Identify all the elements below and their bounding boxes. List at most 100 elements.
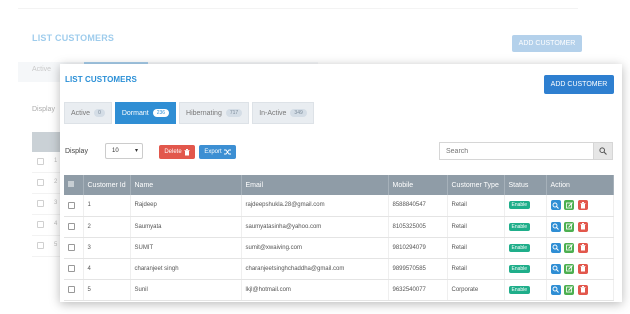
action-cell bbox=[546, 279, 614, 301]
trash-icon bbox=[580, 286, 586, 293]
view-button[interactable] bbox=[550, 200, 561, 211]
add-customer-button[interactable]: ADD CUSTOMER bbox=[544, 75, 614, 94]
row-select-cell bbox=[64, 279, 84, 301]
status-tabs: Active 0 Dormant 236 Hibernating 717 In-Act… bbox=[64, 102, 317, 124]
list-customers-card: LIST CUSTOMERS ADD CUSTOMER Active 0 Dorm… bbox=[60, 64, 622, 302]
remove-button[interactable] bbox=[577, 221, 588, 232]
tab-hibernating[interactable]: Hibernating 717 bbox=[179, 102, 250, 124]
tab-label: Active bbox=[71, 109, 91, 117]
row-checkbox[interactable] bbox=[68, 264, 75, 272]
trash-icon bbox=[184, 148, 190, 155]
remove-button[interactable] bbox=[577, 284, 588, 295]
tab-active[interactable]: Active 0 bbox=[64, 102, 112, 124]
table-row: 3 SUMIT sumit@xwaiving.com 9810294079 Re… bbox=[64, 237, 614, 259]
mobile-cell: 8105325005 bbox=[388, 216, 448, 238]
status-badge: Enable bbox=[508, 222, 531, 231]
list-icon bbox=[68, 181, 74, 187]
tab-label: Hibernating bbox=[186, 109, 222, 117]
action-cell bbox=[546, 195, 614, 217]
email-cell: sumit@xwaiving.com bbox=[241, 237, 389, 259]
checkbox bbox=[37, 242, 44, 249]
tab-label: In-Active bbox=[259, 109, 287, 117]
customer-type-cell: Retail bbox=[447, 195, 505, 217]
column-header-customer-type[interactable]: Customer Type bbox=[447, 175, 505, 195]
export-button[interactable]: Export bbox=[199, 145, 236, 159]
status-cell: Enable bbox=[504, 279, 547, 301]
status-badge: Enable bbox=[508, 243, 531, 252]
edit-button[interactable] bbox=[564, 242, 575, 253]
trash-icon bbox=[580, 265, 586, 272]
action-cell bbox=[546, 216, 614, 238]
row-select-cell bbox=[64, 216, 84, 238]
status-badge: Enable bbox=[508, 264, 531, 273]
status-cell: Enable bbox=[504, 237, 547, 259]
customer-type-cell: Corporate bbox=[447, 279, 505, 301]
search-input[interactable] bbox=[439, 142, 594, 160]
zoom-icon bbox=[552, 286, 559, 293]
row-number: 2 bbox=[54, 179, 58, 185]
status-cell: Enable bbox=[504, 216, 547, 238]
background-tab-active: Active bbox=[32, 66, 52, 73]
row-checkbox[interactable] bbox=[68, 243, 75, 251]
email-cell: lkjl@hotmail.com bbox=[241, 279, 389, 301]
customer-id-cell: 1 bbox=[83, 195, 131, 217]
remove-button[interactable] bbox=[577, 242, 588, 253]
column-header-name[interactable]: Name bbox=[130, 175, 242, 195]
search-button[interactable] bbox=[593, 142, 613, 160]
column-header-status[interactable]: Status bbox=[504, 175, 547, 195]
count-badge: 0 bbox=[94, 109, 105, 117]
status-cell: Enable bbox=[504, 195, 547, 217]
row-number: 3 bbox=[54, 200, 58, 206]
trash-icon bbox=[580, 244, 586, 251]
mobile-cell: 9899570585 bbox=[388, 258, 448, 280]
table-header-row: Customer Id Name Email Mobile Customer T… bbox=[64, 175, 614, 195]
edit-icon bbox=[565, 223, 573, 230]
email-cell: saumyatasinha@yahoo.com bbox=[241, 216, 389, 238]
select-all-header[interactable] bbox=[64, 175, 84, 195]
view-button[interactable] bbox=[550, 284, 561, 295]
mobile-cell: 8588840547 bbox=[388, 195, 448, 217]
tab-dormant[interactable]: Dormant 236 bbox=[114, 102, 177, 124]
row-checkbox[interactable] bbox=[68, 285, 75, 293]
delete-label: Delete bbox=[164, 149, 182, 155]
row-checkbox[interactable] bbox=[68, 222, 75, 230]
row-number: 5 bbox=[54, 242, 58, 248]
customer-type-cell: Retail bbox=[447, 216, 505, 238]
customer-type-cell: Retail bbox=[447, 258, 505, 280]
email-cell: rajdeepshukla.28@gmail.com bbox=[241, 195, 389, 217]
display-label: Display bbox=[65, 148, 88, 155]
table-row: 5 Sunil lkjl@hotmail.com 9632540077 Corp… bbox=[64, 279, 614, 301]
status-badge: Enable bbox=[508, 285, 531, 294]
view-button[interactable] bbox=[550, 221, 561, 232]
column-header-customer-id[interactable]: Customer Id bbox=[83, 175, 131, 195]
mobile-cell: 9810294079 bbox=[388, 237, 448, 259]
display-count-select[interactable]: 10 ▾ bbox=[105, 143, 143, 159]
row-select-cell bbox=[64, 258, 84, 280]
delete-button[interactable]: Delete bbox=[159, 145, 195, 159]
export-label: Export bbox=[204, 149, 222, 155]
edit-icon bbox=[565, 244, 573, 251]
tab-in-active[interactable]: In-Active 349 bbox=[252, 102, 314, 124]
display-count-value: 10 bbox=[112, 148, 119, 154]
zoom-icon bbox=[552, 244, 559, 251]
view-button[interactable] bbox=[550, 263, 561, 274]
zoom-icon bbox=[552, 223, 559, 230]
edit-button[interactable] bbox=[564, 200, 575, 211]
remove-button[interactable] bbox=[577, 263, 588, 274]
name-cell: SUMIT bbox=[130, 237, 242, 259]
edit-button[interactable] bbox=[564, 221, 575, 232]
remove-button[interactable] bbox=[577, 200, 588, 211]
table-row: 4 charanjeet singh charanjeetsinghchaddh… bbox=[64, 258, 614, 280]
column-header-email[interactable]: Email bbox=[241, 175, 389, 195]
email-cell: charanjeetsinghchaddha@gmail.com bbox=[241, 258, 389, 280]
edit-button[interactable] bbox=[564, 284, 575, 295]
row-checkbox[interactable] bbox=[68, 201, 75, 209]
column-header-mobile[interactable]: Mobile bbox=[388, 175, 448, 195]
table-row: 1 Rajdeep rajdeepshukla.28@gmail.com 858… bbox=[64, 195, 614, 217]
edit-icon bbox=[565, 265, 573, 272]
count-badge: 717 bbox=[225, 109, 243, 117]
edit-button[interactable] bbox=[564, 263, 575, 274]
page-title: LIST CUSTOMERS bbox=[65, 75, 137, 84]
name-cell: Sunil bbox=[130, 279, 242, 301]
view-button[interactable] bbox=[550, 242, 561, 253]
